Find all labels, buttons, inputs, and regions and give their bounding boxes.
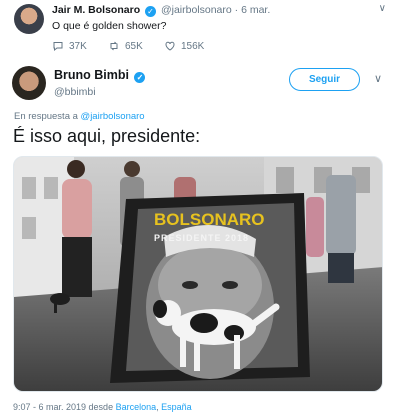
retweet-button[interactable]: 65K	[108, 40, 164, 52]
like-button[interactable]: 156K	[164, 40, 220, 52]
reply-handle-link[interactable]: @jairbolsonaro	[81, 111, 145, 122]
quoted-date[interactable]: · 6 mar.	[235, 4, 271, 16]
reply-count: 37K	[69, 40, 87, 52]
quoted-header: Jair M. Bolsonaro ✓ @jairbolsonaro · 6 m…	[52, 4, 270, 17]
chevron-down-icon[interactable]: ∨	[374, 72, 382, 85]
place-separator: ,	[156, 402, 159, 412]
quoted-tweet-text: O que é golden shower?	[52, 20, 167, 32]
photo-illustration: BOLSONARO PRESIDENTE 2018	[14, 157, 382, 391]
like-count: 156K	[181, 40, 205, 52]
reply-button[interactable]: 37K	[52, 40, 108, 52]
verified-check-icon: ✓	[145, 6, 157, 17]
tweet-metadata: 9:07 - 6 mar. 2019 desde Barcelona, Espa…	[13, 402, 192, 412]
author-avatar[interactable]	[12, 66, 46, 100]
tweet-text: É isso aqui, presidente:	[13, 126, 201, 146]
retweet-count: 65K	[125, 40, 143, 52]
heart-icon	[165, 41, 175, 51]
author-handle[interactable]: @bbimbi	[54, 86, 96, 98]
place-country-link[interactable]: España	[161, 402, 192, 412]
reply-context: En respuesta a @jairbolsonaro	[14, 111, 145, 122]
reply-bubble-icon	[53, 42, 63, 52]
retweet-arrows-icon	[110, 41, 118, 51]
tweet-photo[interactable]: BOLSONARO PRESIDENTE 2018	[13, 156, 383, 392]
chevron-down-icon[interactable]: ∨	[379, 3, 386, 14]
author-name-label: Bruno Bimbi	[54, 68, 129, 82]
poster-subtitle: PRESIDENTE 2018	[154, 233, 249, 243]
follow-button[interactable]: Seguir	[289, 68, 360, 91]
poster-title: BOLSONARO	[154, 210, 265, 229]
author-name[interactable]: Bruno Bimbi ✓	[54, 68, 147, 83]
quoted-actions: 37K 65K 156K	[52, 40, 220, 52]
quoted-author-name[interactable]: Jair M. Bolsonaro	[52, 4, 140, 16]
quoted-author-handle[interactable]: @jairbolsonaro	[161, 4, 232, 16]
verified-check-icon: ✓	[134, 72, 146, 83]
reply-prefix: En respuesta a	[14, 111, 78, 122]
tweet-timestamp[interactable]: 9:07 - 6 mar. 2019 desde	[13, 402, 113, 412]
quoted-avatar[interactable]	[14, 4, 44, 34]
place-city-link[interactable]: Barcelona	[116, 402, 157, 412]
quoted-tweet: Jair M. Bolsonaro ✓ @jairbolsonaro · 6 m…	[0, 0, 400, 60]
